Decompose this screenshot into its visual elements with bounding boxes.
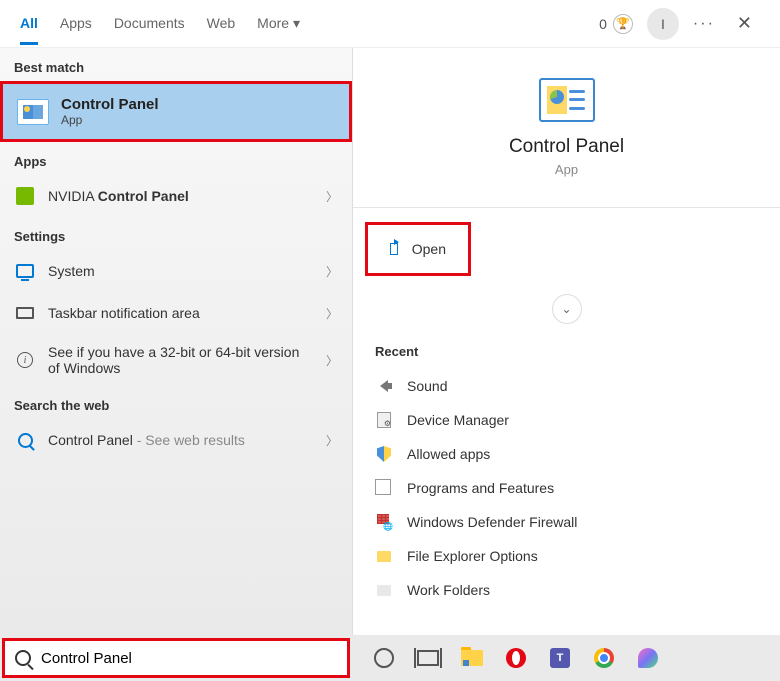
settings-header: Settings — [0, 217, 352, 250]
shield-icon — [375, 445, 393, 463]
open-icon — [390, 243, 398, 255]
separator — [353, 207, 780, 208]
best-match-item[interactable]: Control Panel App — [0, 81, 352, 142]
recent-device-manager[interactable]: Device Manager — [375, 403, 758, 437]
preview-panel: Control Panel App Open ⌄ Recent Sound De… — [352, 48, 780, 635]
results-panel: Best match Control Panel App Apps NVIDIA… — [0, 48, 352, 635]
best-match-header: Best match — [0, 48, 352, 81]
device-manager-icon — [375, 411, 393, 429]
chevron-right-icon: 〉 — [326, 263, 338, 280]
opera-icon[interactable] — [502, 644, 530, 672]
header-right: 0 🏆 I ··· ✕ — [599, 8, 760, 40]
best-match-subtitle: App — [61, 113, 159, 127]
points-value: 0 — [599, 16, 607, 32]
chevron-right-icon: 〉 — [326, 305, 338, 322]
search-icon — [15, 650, 31, 666]
search-icon — [14, 429, 36, 451]
firewall-icon — [375, 513, 393, 531]
setting-system[interactable]: System 〉 — [0, 250, 352, 292]
task-view-icon[interactable] — [414, 644, 442, 672]
recent-programs-features[interactable]: Programs and Features — [375, 471, 758, 505]
app-result-label: NVIDIA Control Panel — [48, 188, 314, 204]
setting-label: System — [48, 263, 314, 279]
recent-file-explorer-options[interactable]: File Explorer Options — [375, 539, 758, 573]
preview-subtitle: App — [373, 162, 760, 177]
tab-documents[interactable]: Documents — [114, 3, 185, 44]
chevron-right-icon: 〉 — [326, 352, 338, 369]
setting-label: Taskbar notification area — [48, 305, 314, 321]
tab-all[interactable]: All — [20, 3, 38, 44]
apps-header: Apps — [0, 142, 352, 175]
app-result-nvidia[interactable]: NVIDIA Control Panel 〉 — [0, 175, 352, 217]
chevron-right-icon: 〉 — [326, 188, 338, 205]
taskbar: T — [0, 635, 780, 681]
chevron-right-icon: 〉 — [326, 432, 338, 449]
search-input[interactable] — [41, 650, 337, 667]
recent-work-folders[interactable]: Work Folders — [375, 573, 758, 607]
taskbar-pinned: T — [352, 644, 680, 672]
web-result-label: Control Panel - See web results — [48, 432, 314, 448]
expand-chevron-icon[interactable]: ⌄ — [552, 294, 582, 324]
setting-taskbar-notification[interactable]: Taskbar notification area 〉 — [0, 292, 352, 334]
teams-icon[interactable]: T — [546, 644, 574, 672]
search-tabs: All Apps Documents Web More ▾ — [20, 3, 599, 44]
info-icon: i — [14, 349, 36, 371]
header-bar: All Apps Documents Web More ▾ 0 🏆 I ··· … — [0, 0, 780, 48]
control-panel-icon — [17, 99, 49, 125]
nvidia-icon — [14, 185, 36, 207]
search-box[interactable] — [2, 638, 350, 678]
tab-web[interactable]: Web — [207, 3, 236, 44]
tab-more[interactable]: More ▾ — [257, 3, 300, 44]
trophy-icon: 🏆 — [613, 14, 633, 34]
best-match-title: Control Panel — [61, 96, 159, 113]
paint3d-icon[interactable] — [634, 644, 662, 672]
rewards-points[interactable]: 0 🏆 — [599, 14, 633, 34]
setting-system-type[interactable]: i See if you have a 32-bit or 64-bit ver… — [0, 334, 352, 386]
open-button[interactable]: Open — [365, 222, 471, 276]
recent-section: Recent Sound Device Manager Allowed apps… — [353, 334, 780, 617]
file-explorer-icon[interactable] — [458, 644, 486, 672]
open-label: Open — [412, 241, 446, 257]
recent-allowed-apps[interactable]: Allowed apps — [375, 437, 758, 471]
speaker-icon — [375, 377, 393, 395]
cortana-icon[interactable] — [370, 644, 398, 672]
monitor-icon — [14, 260, 36, 282]
chrome-icon[interactable] — [590, 644, 618, 672]
web-header: Search the web — [0, 386, 352, 419]
close-icon[interactable]: ✕ — [729, 9, 760, 38]
web-result[interactable]: Control Panel - See web results 〉 — [0, 419, 352, 461]
user-avatar[interactable]: I — [647, 8, 679, 40]
control-panel-icon-large — [539, 78, 595, 122]
work-folders-icon — [375, 581, 393, 599]
preview-header: Control Panel App — [353, 48, 780, 197]
recent-header: Recent — [375, 344, 758, 359]
more-options-icon[interactable]: ··· — [693, 15, 715, 33]
taskbar-icon — [14, 302, 36, 324]
programs-icon — [375, 479, 393, 497]
preview-title: Control Panel — [373, 136, 760, 158]
recent-firewall[interactable]: Windows Defender Firewall — [375, 505, 758, 539]
setting-label: See if you have a 32-bit or 64-bit versi… — [48, 344, 314, 376]
folder-options-icon — [375, 547, 393, 565]
recent-sound[interactable]: Sound — [375, 369, 758, 403]
tab-apps[interactable]: Apps — [60, 3, 92, 44]
